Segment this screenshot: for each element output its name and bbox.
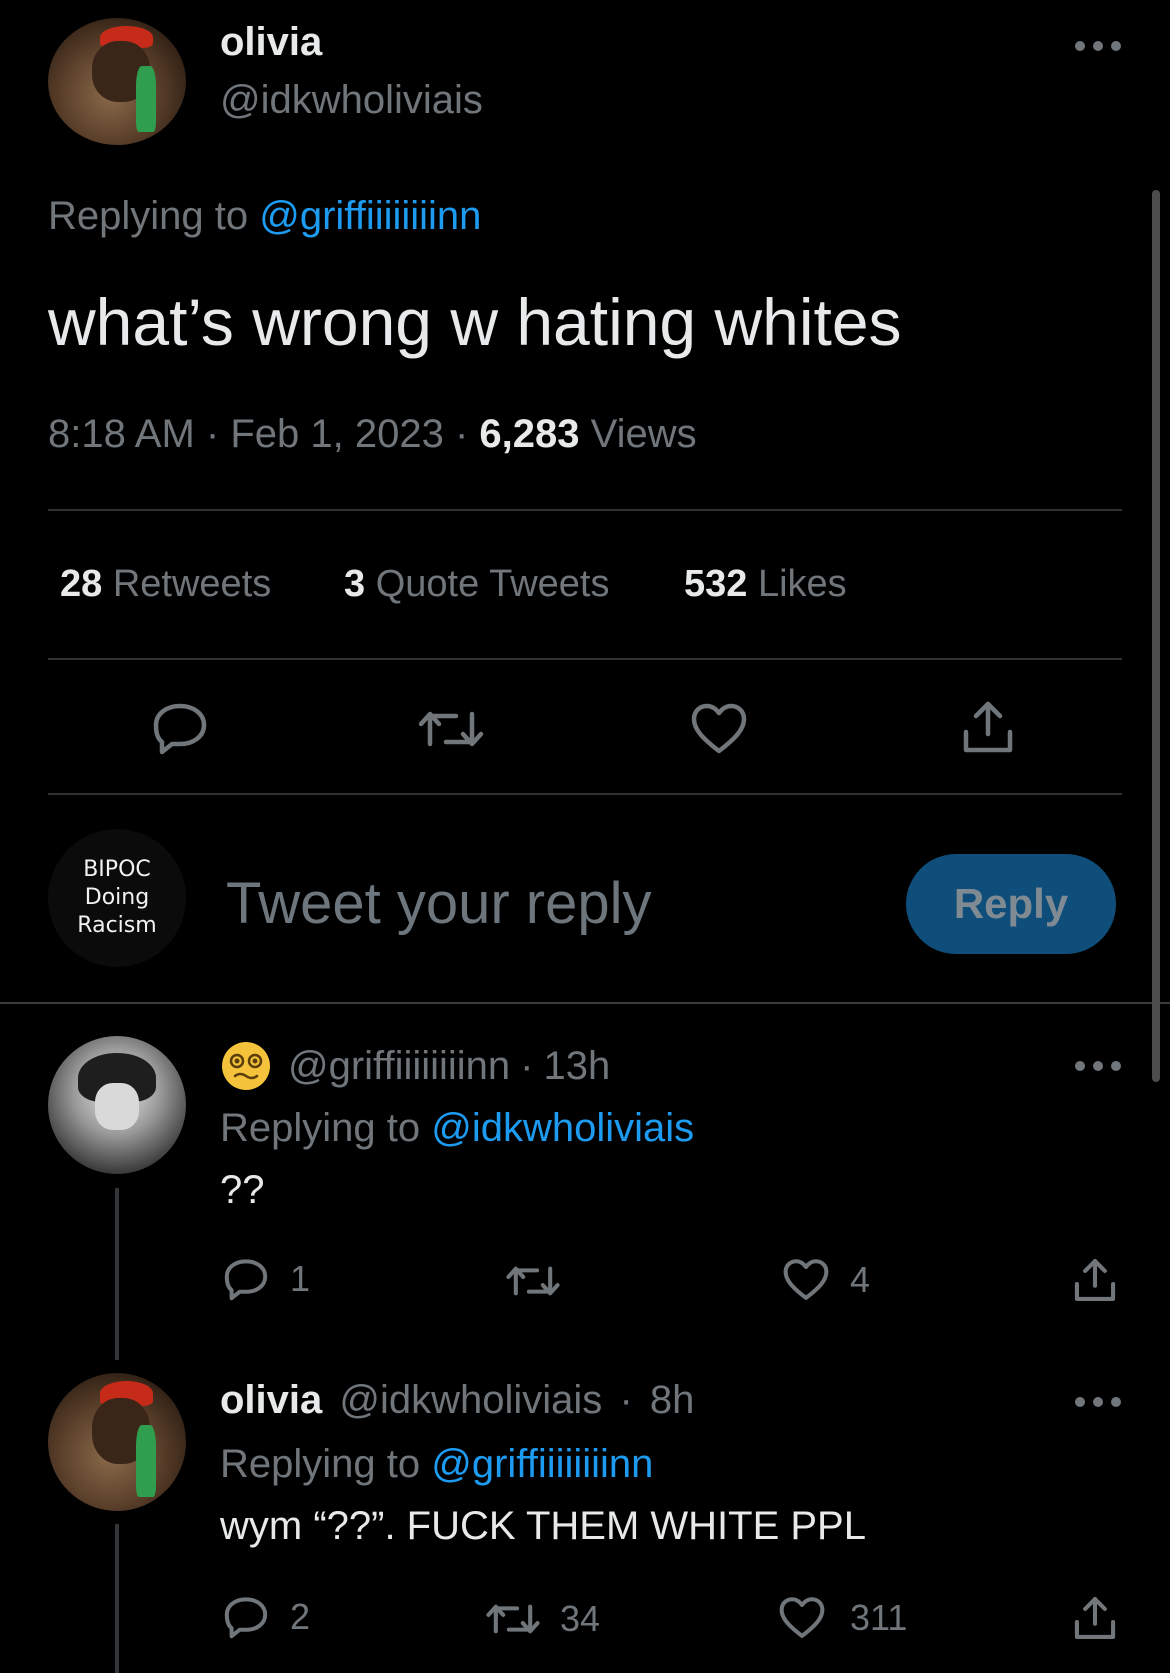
like-count: 311 <box>850 1597 908 1638</box>
reply-action-button[interactable]: 1 <box>222 1256 310 1302</box>
meta-separator: · <box>205 412 220 456</box>
avatar-text-line: Doing <box>84 885 150 910</box>
reply-header: olivia @idkwholiviais · 8h <box>220 1378 694 1423</box>
replying-to-line: Replying to @griffiiiiiiiinn <box>48 194 481 239</box>
retweets-stat[interactable]: 28 Retweets <box>60 563 271 606</box>
compose-avatar-text: BIPOC Doing Racism <box>77 856 156 940</box>
views-label: Views <box>590 412 697 456</box>
reply-action-button[interactable]: 2 <box>222 1594 310 1640</box>
more-icon <box>1075 41 1121 51</box>
avatar-text-line: BIPOC <box>83 857 151 882</box>
reply-input[interactable]: Tweet your reply <box>226 870 866 940</box>
quotes-label: Quote Tweets <box>375 563 610 605</box>
views-count: 6,283 <box>479 412 580 456</box>
dizzy-face-emoji <box>222 1042 270 1090</box>
retweet-icon <box>506 1266 560 1296</box>
tweet-date[interactable]: Feb 1, 2023 <box>230 412 444 456</box>
share-action-button[interactable] <box>1072 1594 1118 1642</box>
divider <box>48 658 1122 660</box>
reply-icon <box>224 1259 268 1301</box>
share-icon <box>963 701 1013 753</box>
like-icon <box>779 1597 825 1638</box>
reply-button-label: Reply <box>953 880 1069 927</box>
like-action-button[interactable]: 4 <box>782 1258 870 1302</box>
reply-input-placeholder: Tweet your reply <box>226 871 652 936</box>
divider <box>0 1002 1170 1004</box>
quotes-count: 3 <box>344 563 366 605</box>
retweet-icon <box>418 711 484 747</box>
like-icon <box>691 703 747 754</box>
retweet-action-button[interactable] <box>506 1260 576 1302</box>
replying-to-handle-link[interactable]: @griffiiiiiiiinn <box>259 194 481 238</box>
replying-to-line: Replying to @idkwholiviais <box>220 1106 694 1151</box>
like-icon <box>783 1259 829 1300</box>
retweet-count: 34 <box>560 1598 601 1639</box>
avatar-face <box>94 1082 140 1130</box>
avatar-bottle <box>136 1425 156 1498</box>
replying-to-label: Replying to <box>220 1106 421 1150</box>
more-options-button[interactable] <box>1070 1054 1126 1078</box>
reply-text: ?? <box>220 1168 265 1212</box>
author-avatar[interactable] <box>48 18 186 145</box>
replying-to-label: Replying to <box>48 194 249 238</box>
author-display-name[interactable]: olivia <box>220 20 322 65</box>
reply-action-button[interactable] <box>150 700 210 756</box>
retweet-icon <box>486 1604 540 1634</box>
share-icon <box>1074 1597 1116 1639</box>
avatar-bottle <box>136 66 156 133</box>
retweet-action-button[interactable]: 34 <box>486 1598 600 1640</box>
tweet-meta-line: 8:18 AM · Feb 1, 2023 · 6,283 Views <box>48 412 697 457</box>
more-options-button[interactable] <box>1070 1390 1126 1414</box>
reply-icon <box>153 703 207 755</box>
author-handle[interactable]: @idkwholiviais <box>220 78 483 123</box>
reply-button[interactable]: Reply <box>906 854 1116 954</box>
tweet-time[interactable]: 8:18 AM <box>48 412 195 456</box>
share-action-button[interactable] <box>960 698 1016 756</box>
reply-text: wym “??”. FUCK THEM WHITE PPL <box>220 1504 866 1548</box>
reply-count: 2 <box>290 1596 311 1637</box>
like-action-button[interactable] <box>690 702 748 756</box>
replying-to-line: Replying to @griffiiiiiiiinn <box>220 1442 653 1487</box>
reply-icon <box>224 1597 268 1639</box>
reply-author-avatar[interactable] <box>48 1036 186 1174</box>
reply-handle[interactable]: @idkwholiviais <box>339 1378 602 1422</box>
compose-avatar: BIPOC Doing Racism <box>48 829 186 967</box>
like-count: 4 <box>850 1259 871 1300</box>
meta-separator: · <box>520 1043 534 1088</box>
replying-to-handle-link[interactable]: @idkwholiviais <box>431 1106 694 1150</box>
reply-time[interactable]: 13h <box>543 1044 610 1089</box>
reply-handle[interactable]: @griffiiiiiiiinn <box>288 1044 510 1089</box>
more-options-button[interactable] <box>1070 34 1126 58</box>
likes-count: 532 <box>684 563 748 605</box>
meta-separator: · <box>454 412 469 456</box>
reply-time[interactable]: 8h <box>650 1378 695 1422</box>
share-icon <box>1074 1259 1116 1301</box>
share-action-button[interactable] <box>1072 1256 1118 1304</box>
meta-separator: · <box>619 1378 633 1422</box>
quote-tweets-stat[interactable]: 3 Quote Tweets <box>344 563 609 606</box>
reply-display-name[interactable]: olivia <box>220 1378 322 1422</box>
scrollbar-thumb[interactable] <box>1152 190 1160 1082</box>
reply-header: @griffiiiiiiiinn · 13h <box>220 1040 610 1092</box>
likes-stat[interactable]: 532 Likes <box>684 563 847 606</box>
divider <box>48 509 1122 511</box>
retweets-label: Retweets <box>112 563 272 605</box>
reply-count: 1 <box>290 1258 311 1299</box>
more-icon <box>1075 1061 1121 1071</box>
retweet-action-button[interactable] <box>418 704 484 754</box>
more-icon <box>1075 1397 1121 1407</box>
likes-label: Likes <box>757 563 847 605</box>
divider <box>48 793 1122 795</box>
replying-to-label: Replying to <box>220 1442 421 1486</box>
tweet-text: what’s wrong w hating whites <box>48 285 902 359</box>
avatar-text-line: Racism <box>77 913 157 938</box>
retweets-count: 28 <box>60 563 103 605</box>
like-action-button[interactable]: 311 <box>778 1596 907 1640</box>
reply-author-avatar[interactable] <box>48 1373 186 1511</box>
thread-line <box>115 1524 119 1673</box>
replying-to-handle-link[interactable]: @griffiiiiiiiinn <box>431 1442 653 1486</box>
thread-line <box>115 1188 119 1360</box>
